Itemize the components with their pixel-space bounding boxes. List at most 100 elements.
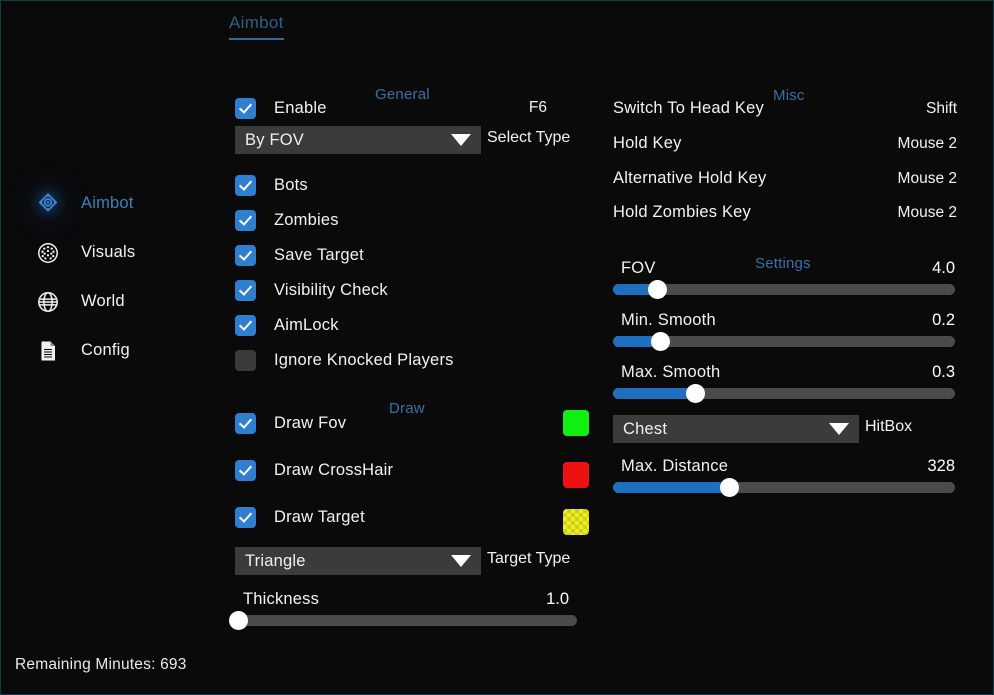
checkbox-enable[interactable] bbox=[235, 97, 256, 119]
mesh-circle-icon bbox=[33, 238, 63, 268]
keybind-switch-to-head-key-value[interactable]: Shift bbox=[926, 100, 957, 118]
checkbox-visibility-check[interactable] bbox=[235, 279, 256, 301]
keybind-row-switch-to-head-key[interactable]: Switch To Head Key bbox=[613, 95, 764, 121]
keybind-hold-zombies-key-label: Hold Zombies Key bbox=[613, 202, 752, 221]
slider-fov-value: 4.0 bbox=[932, 259, 955, 277]
checkbox-row-draw-target[interactable]: Draw Target bbox=[235, 504, 365, 530]
checkbox-aimlock-label: AimLock bbox=[274, 315, 339, 334]
checkbox-row-zombies[interactable]: Zombies bbox=[235, 207, 339, 233]
slider-max-smooth-track[interactable] bbox=[613, 384, 955, 403]
checkbox-ignore-knocked-players-label: Ignore Knocked Players bbox=[274, 350, 454, 369]
checkbox-bots-label: Bots bbox=[274, 175, 308, 194]
keybind-alternative-hold-key-value[interactable]: Mouse 2 bbox=[898, 170, 957, 188]
checkbox-row-ignore-knocked-players[interactable]: Ignore Knocked Players bbox=[235, 347, 454, 373]
checkbox-visibility-check-label: Visibility Check bbox=[274, 280, 388, 299]
left-settings-column: General Enable F6 By FOV Select Type Bot… bbox=[228, 1, 589, 694]
sidebar-nav: Aimbot Visuals World Config bbox=[33, 179, 203, 375]
slider-thickness-track[interactable] bbox=[228, 611, 577, 630]
target-type-dropdown[interactable]: Triangle bbox=[235, 547, 481, 575]
checkbox-row-bots[interactable]: Bots bbox=[235, 172, 308, 198]
checkbox-save-target[interactable] bbox=[235, 244, 256, 266]
checkbox-row-save-target[interactable]: Save Target bbox=[235, 242, 364, 268]
checkbox-enable-label: Enable bbox=[274, 98, 327, 117]
globe-icon bbox=[33, 287, 63, 317]
checkbox-zombies-label: Zombies bbox=[274, 210, 339, 229]
target-type-tag: Target Type bbox=[487, 550, 571, 567]
sidebar-item-world[interactable]: World bbox=[33, 277, 203, 326]
slider-thickness-thumb[interactable] bbox=[228, 611, 248, 630]
select-type-value: By FOV bbox=[245, 130, 304, 149]
slider-max-smooth-thumb[interactable] bbox=[685, 384, 705, 403]
section-title-draw: Draw bbox=[389, 400, 425, 417]
sidebar-item-config[interactable]: Config bbox=[33, 326, 203, 375]
slider-fov-thumb[interactable] bbox=[647, 280, 667, 299]
checkbox-save-target-label: Save Target bbox=[274, 245, 364, 264]
checkbox-zombies[interactable] bbox=[235, 209, 256, 231]
checkbox-ignore-knocked-players[interactable] bbox=[235, 349, 256, 371]
target-type-row: Triangle Target Type bbox=[235, 547, 583, 575]
color-swatch-draw-target[interactable] bbox=[563, 509, 589, 535]
hitbox-row: Chest HitBox bbox=[613, 415, 961, 443]
checkbox-draw-target[interactable] bbox=[235, 506, 256, 528]
crosshair-target-icon bbox=[33, 189, 63, 219]
keybind-hold-key-label: Hold Key bbox=[613, 133, 682, 152]
keybind-switch-to-head-key-label: Switch To Head Key bbox=[613, 98, 764, 117]
slider-max-smooth-fill bbox=[613, 388, 696, 399]
sidebar-item-visuals-label: Visuals bbox=[81, 243, 136, 261]
chevron-down-icon bbox=[829, 423, 849, 435]
aimbot-cheat-menu-window: Aimbot Aimbot Visuals World Config Gener… bbox=[0, 0, 994, 695]
checkbox-bots[interactable] bbox=[235, 174, 256, 196]
checkbox-draw-crosshair[interactable] bbox=[235, 459, 256, 481]
hitbox-value: Chest bbox=[623, 419, 668, 438]
checkbox-row-aimlock[interactable]: AimLock bbox=[235, 312, 339, 338]
checkbox-draw-fov[interactable] bbox=[235, 412, 256, 434]
slider-fov-track[interactable] bbox=[613, 280, 955, 299]
keybind-hold-zombies-key-value[interactable]: Mouse 2 bbox=[898, 204, 957, 222]
sidebar-item-aimbot[interactable]: Aimbot bbox=[33, 179, 203, 228]
keybind-row-alternative-hold-key[interactable]: Alternative Hold Key bbox=[613, 165, 767, 191]
slider-fov-label: FOV bbox=[621, 259, 656, 277]
section-title-misc: Misc bbox=[773, 87, 805, 104]
select-type-dropdown[interactable]: By FOV bbox=[235, 126, 481, 154]
slider-min-smooth-thumb[interactable] bbox=[651, 332, 671, 351]
slider-max-smooth-label: Max. Smooth bbox=[621, 363, 721, 381]
slider-max-distance-thumb[interactable] bbox=[719, 478, 739, 497]
slider-min-smooth-value: 0.2 bbox=[932, 311, 955, 329]
target-type-value: Triangle bbox=[245, 551, 306, 570]
slider-max-distance-track[interactable] bbox=[613, 478, 955, 497]
slider-max-smooth-value: 0.3 bbox=[932, 363, 955, 381]
slider-min-smooth-track[interactable] bbox=[613, 332, 955, 351]
select-type-tag: Select Type bbox=[487, 129, 571, 146]
keybind-row-hold-key[interactable]: Hold Key bbox=[613, 130, 682, 156]
hitbox-dropdown[interactable]: Chest bbox=[613, 415, 859, 443]
checkbox-draw-crosshair-label: Draw CrossHair bbox=[274, 460, 394, 479]
slider-max-distance-fill bbox=[613, 482, 730, 493]
enable-hotkey-value[interactable]: F6 bbox=[529, 99, 547, 117]
sidebar-item-world-label: World bbox=[81, 292, 125, 310]
checkbox-draw-target-label: Draw Target bbox=[274, 507, 365, 526]
right-settings-column: Misc Switch To Head Key Shift Hold Key M… bbox=[613, 1, 961, 694]
select-type-row: By FOV Select Type bbox=[235, 126, 583, 154]
keybind-alternative-hold-key-label: Alternative Hold Key bbox=[613, 168, 767, 187]
keybind-row-hold-zombies-key[interactable]: Hold Zombies Key bbox=[613, 199, 751, 225]
slider-thickness-value: 1.0 bbox=[546, 590, 569, 608]
checkbox-row-enable[interactable]: Enable bbox=[235, 95, 327, 121]
section-title-settings: Settings bbox=[755, 255, 811, 272]
checkbox-row-visibility-check[interactable]: Visibility Check bbox=[235, 277, 388, 303]
chevron-down-icon bbox=[451, 555, 471, 567]
checkbox-aimlock[interactable] bbox=[235, 314, 256, 336]
keybind-hold-key-value[interactable]: Mouse 2 bbox=[898, 135, 957, 153]
color-swatch-draw-fov[interactable] bbox=[563, 410, 589, 436]
sidebar-item-visuals[interactable]: Visuals bbox=[33, 228, 203, 277]
chevron-down-icon bbox=[451, 134, 471, 146]
checkbox-row-draw-fov[interactable]: Draw Fov bbox=[235, 410, 346, 436]
slider-min-smooth-label: Min. Smooth bbox=[621, 311, 716, 329]
sidebar-item-config-label: Config bbox=[81, 341, 130, 359]
remaining-minutes-status: Remaining Minutes: 693 bbox=[15, 656, 187, 673]
section-title-general: General bbox=[375, 86, 430, 103]
hitbox-tag: HitBox bbox=[865, 418, 913, 435]
slider-max-distance-label: Max. Distance bbox=[621, 457, 729, 475]
checkbox-row-draw-crosshair[interactable]: Draw CrossHair bbox=[235, 457, 393, 483]
sidebar-item-aimbot-label: Aimbot bbox=[81, 194, 134, 212]
color-swatch-draw-crosshair[interactable] bbox=[563, 462, 589, 488]
